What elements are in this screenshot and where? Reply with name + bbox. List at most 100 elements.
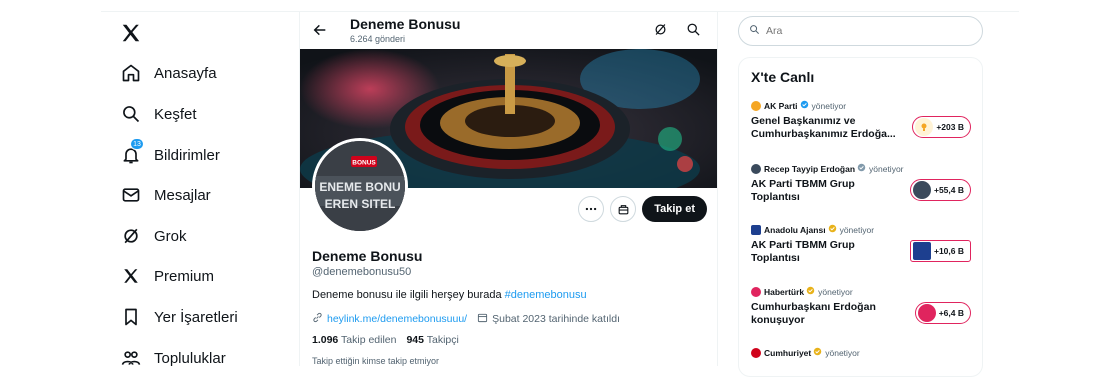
profile-website-link[interactable]: heylink.me/denemebonusuuu/: [327, 313, 467, 325]
link-icon: [312, 312, 323, 326]
nav-item-explore[interactable]: Keşfet: [120, 99, 197, 129]
following-label: Takip edilen: [341, 334, 397, 346]
nav-label: Premium: [154, 267, 215, 285]
nav-item-premium[interactable]: Premium: [120, 261, 214, 291]
profile-actions: Takip et: [578, 196, 707, 222]
bio-text: Deneme bonusu ile ilgili herşey burada: [312, 289, 505, 301]
nav-item-grok[interactable]: Grok: [120, 221, 187, 251]
x-premium-icon: [120, 265, 142, 287]
subscribe-icon[interactable]: [610, 196, 637, 222]
grok-icon: [120, 225, 142, 247]
source-name: AK Parti: [764, 100, 798, 111]
trend-source: Anadolu Ajansı yönetiyor: [751, 224, 975, 235]
trend-source: Habertürk yönetiyor: [751, 286, 975, 297]
followers-link[interactable]: 945 Takipçi: [406, 334, 458, 346]
haberturk-logo-icon: [751, 286, 761, 297]
trend-item[interactable]: AK Parti yönetiyor Genel Başkanımız ve C…: [751, 100, 975, 141]
following-count: 1.096: [312, 334, 339, 346]
nav-item-messages[interactable]: Mesajlar: [120, 180, 211, 210]
nav-label: Keşfet: [154, 105, 197, 123]
akparti-logo-icon: [751, 100, 761, 111]
avatar-text-line2: EREN SITEL: [325, 197, 396, 211]
trend-topic: AK Parti TBMM Grup Toplantısı: [751, 178, 855, 203]
nav-label: Yer İşaretleri: [154, 308, 238, 326]
bio-hashtag-link[interactable]: #denemebonusu: [505, 289, 587, 301]
live-count-pill[interactable]: +55,4 B: [909, 179, 971, 201]
nav-label: Bildirimler: [154, 146, 220, 164]
followers-label: Takipçi: [426, 334, 459, 346]
trend-source: AK Parti yönetiyor: [751, 100, 975, 111]
live-count-pill[interactable]: +10,6 B: [909, 240, 971, 262]
managing-label: yönetiyor: [839, 224, 875, 235]
trend-item[interactable]: Habertürk yönetiyor Cumhurbaşkanı Erdoğa…: [751, 286, 975, 327]
nav-label: Mesajlar: [154, 186, 211, 204]
avatar: [751, 163, 761, 174]
nav-item-home[interactable]: Anasayfa: [120, 58, 217, 88]
trend-source: Cumhuriyet yönetiyor: [751, 347, 975, 358]
notification-badge: 13: [130, 138, 144, 150]
x-logo-icon[interactable]: [120, 22, 146, 48]
followers-count: 945: [406, 334, 424, 346]
search-icon: [749, 22, 760, 40]
profile-stats: 1.096 Takip edilen 945 Takipçi: [312, 334, 459, 346]
verified-icon: [813, 347, 822, 358]
cumhuriyet-logo-icon: [751, 347, 761, 358]
more-options-button[interactable]: [578, 196, 605, 222]
managing-label: yönetiyor: [869, 163, 904, 174]
panel-title: X'te Canlı: [751, 69, 815, 85]
avatar-text-line1: ENEME BONU: [319, 180, 400, 194]
verified-icon: [857, 163, 866, 174]
live-count-pill[interactable]: +6,4 B: [914, 302, 971, 324]
managing-label: yönetiyor: [825, 347, 860, 358]
trend-item[interactable]: Anadolu Ajansı yönetiyor AK Parti TBMM G…: [751, 224, 975, 265]
followed-by-note: Takip ettiğin kimse takip etmiyor: [312, 356, 440, 366]
search-icon[interactable]: [686, 22, 701, 42]
nav-label: Topluluklar: [154, 349, 226, 367]
trend-topic: Genel Başkanımız ve Cumhurbaşkanımız Erd…: [751, 115, 896, 140]
following-link[interactable]: 1.096 Takip edilen: [312, 334, 396, 346]
back-arrow-icon[interactable]: [312, 22, 328, 38]
header-actions: [653, 22, 701, 42]
profile-name: Deneme Bonusu: [312, 248, 423, 264]
trend-item[interactable]: Cumhuriyet yönetiyor: [751, 347, 975, 358]
profile-bio: Deneme bonusu ile ilgili herşey burada #…: [312, 289, 587, 301]
home-icon: [120, 62, 142, 84]
join-date: Şubat 2023 tarihinde katıldı: [492, 313, 620, 325]
profile-avatar[interactable]: BONUS ENEME BONU EREN SITEL: [312, 138, 408, 234]
follow-button[interactable]: Takip et: [642, 196, 707, 222]
profile-meta: heylink.me/denemebonusuuu/ Şubat 2023 ta…: [312, 312, 620, 326]
live-count-pill[interactable]: +203 B: [912, 116, 971, 138]
profile-handle: @denemebonusu50: [312, 266, 412, 278]
aa-logo-icon: [751, 224, 761, 235]
nav-label: Grok: [154, 227, 187, 245]
source-name: Recep Tayyip Erdoğan: [764, 163, 856, 174]
post-count: 6.264 gönderi: [350, 34, 406, 44]
nav-item-bookmarks[interactable]: Yer İşaretleri: [120, 302, 238, 332]
search-box[interactable]: [738, 16, 983, 46]
avatar-badge-text: BONUS: [352, 160, 376, 167]
haberturk-logo-icon: [917, 304, 936, 322]
managing-label: yönetiyor: [818, 286, 853, 297]
grok-icon[interactable]: [653, 22, 668, 42]
trend-source: Recep Tayyip Erdoğan yönetiyor: [751, 163, 975, 174]
calendar-icon: [477, 312, 488, 326]
trend-item[interactable]: Recep Tayyip Erdoğan yönetiyor AK Parti …: [751, 163, 975, 204]
akparti-logo-icon: [915, 118, 934, 136]
managing-label: yönetiyor: [811, 100, 847, 111]
nav-item-communities[interactable]: Topluluklar: [120, 343, 226, 373]
trend-topic: Cumhurbaşkanı Erdoğan konuşuyor: [751, 301, 876, 326]
bookmark-icon: [120, 306, 142, 328]
nav-item-notifications[interactable]: 13 Bildirimler: [120, 138, 220, 170]
source-name: Habertürk: [764, 286, 805, 297]
avatar: [912, 181, 931, 199]
page-title: Deneme Bonusu: [350, 16, 461, 32]
live-count: +6,4 B: [938, 308, 964, 318]
search-input[interactable]: [766, 25, 966, 37]
search-icon: [120, 103, 142, 125]
verified-icon: [806, 286, 815, 297]
live-trends-panel: X'te Canlı AK Parti yönetiyor Genel Başk…: [738, 57, 983, 377]
source-name: Cumhuriyet: [764, 347, 812, 358]
live-count: +55,4 B: [933, 185, 964, 195]
mail-icon: [120, 184, 142, 206]
bell-icon: 13: [120, 138, 144, 166]
